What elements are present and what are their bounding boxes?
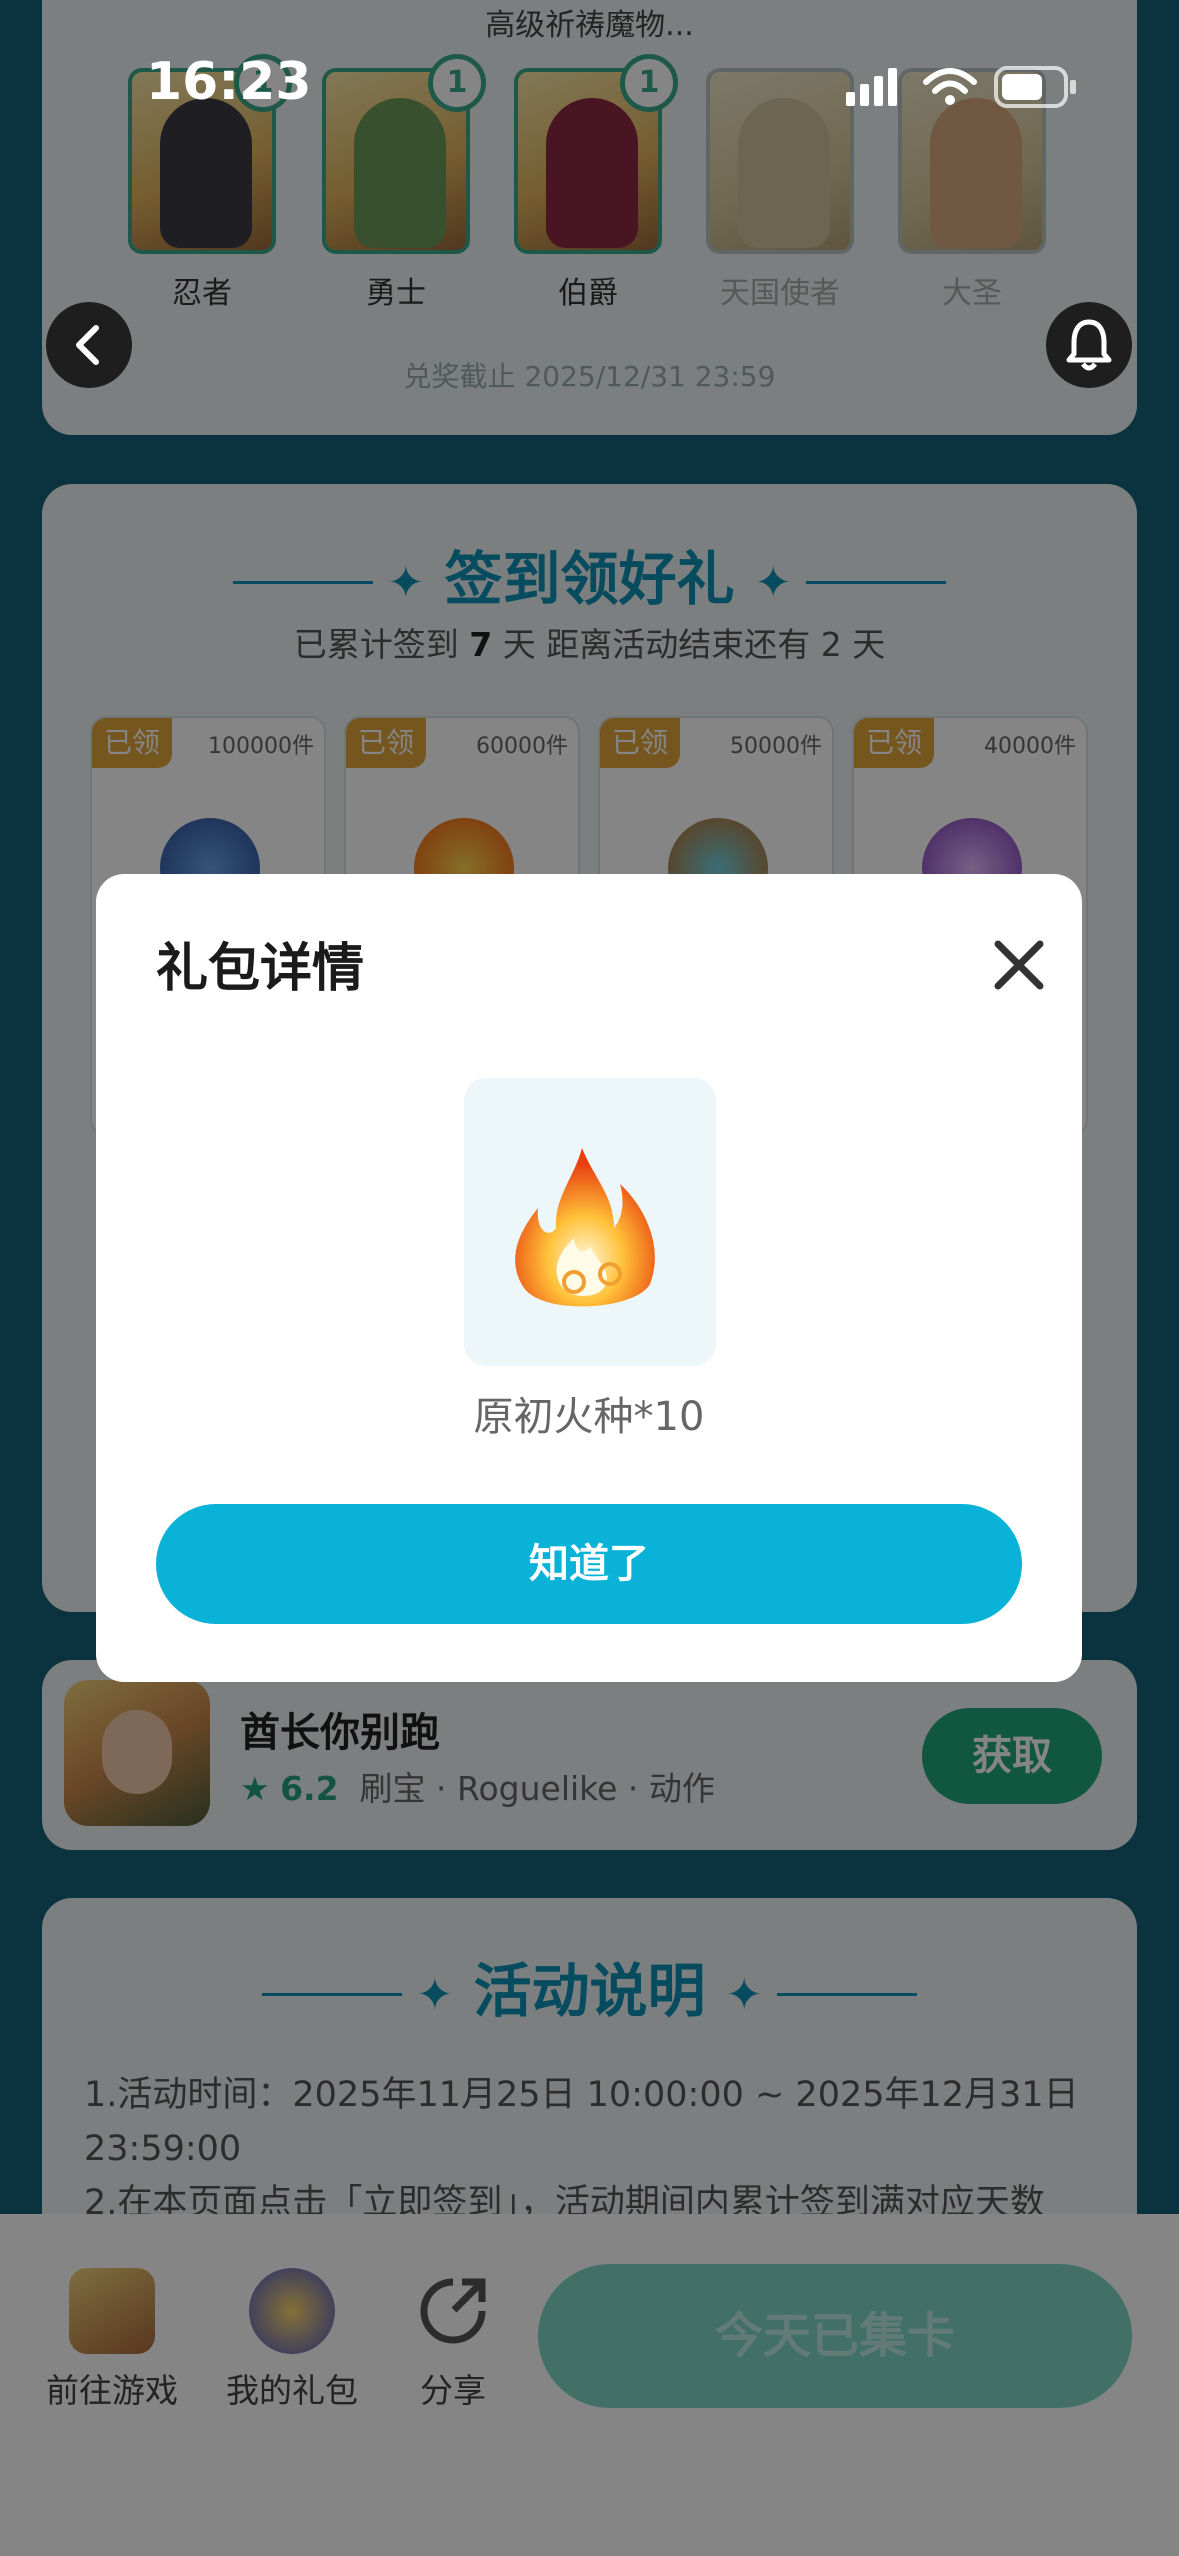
notification-button[interactable]: [1046, 302, 1132, 388]
gift-detail-dialog: 礼包详情 原初火种*10 知道了: [96, 874, 1082, 1682]
battery-icon: [994, 66, 1076, 108]
chevron-left-icon: [76, 325, 99, 365]
flame-icon: [515, 1148, 655, 1307]
close-button[interactable]: [984, 930, 1054, 1000]
back-button[interactable]: [46, 302, 132, 388]
signal-icon: [846, 68, 897, 106]
status-icons: [844, 62, 1084, 112]
status-time: 16:23: [146, 52, 312, 112]
dialog-title: 礼包详情: [156, 939, 365, 999]
acknowledge-button[interactable]: 知道了: [156, 1504, 1022, 1624]
prize-name: 原初火种*10: [473, 1394, 705, 1440]
close-icon: [994, 940, 1044, 990]
prize-image-box: [464, 1078, 716, 1366]
wifi-icon: [923, 68, 977, 94]
bell-icon: [1066, 319, 1112, 371]
